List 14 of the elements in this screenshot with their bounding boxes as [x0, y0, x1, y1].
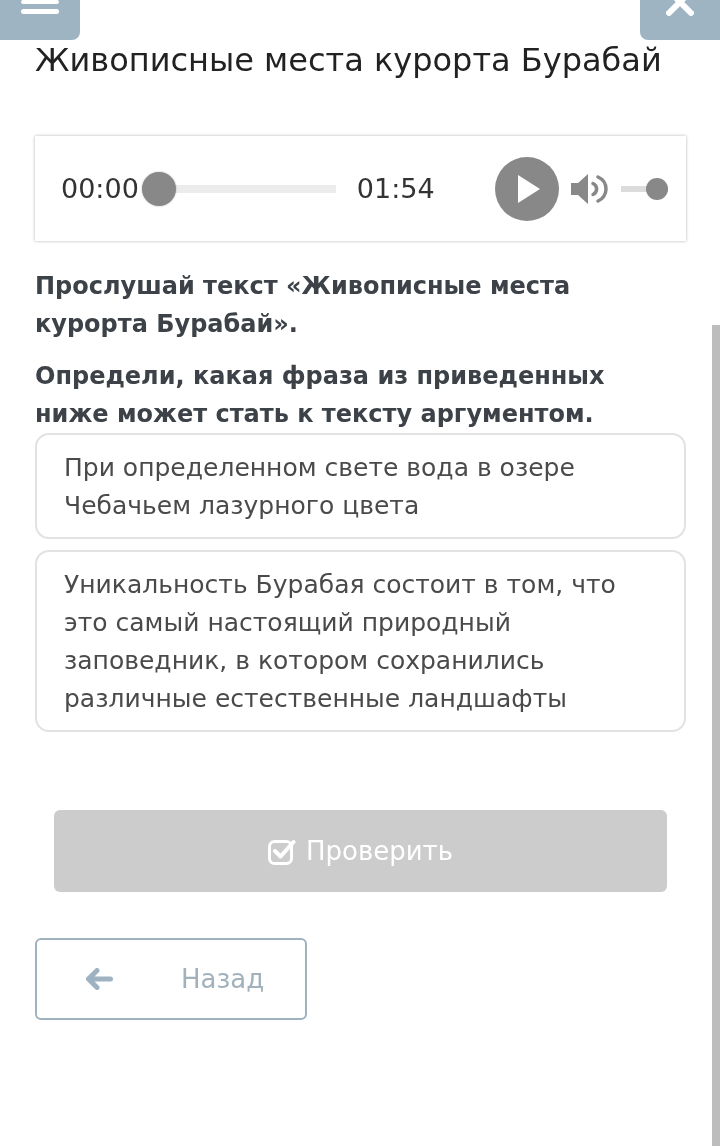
duration: 01:54 — [356, 171, 435, 206]
instruction-text: Определи, какая фраза из приведенных ниже может стать к тексту аргументом. — [35, 361, 606, 430]
page-title: Живописные места курорта Бурабай — [35, 40, 662, 80]
volume-thumb[interactable] — [645, 177, 668, 200]
seek-thumb[interactable] — [141, 171, 176, 206]
menu-button[interactable] — [0, 0, 80, 40]
scrollbar[interactable] — [712, 325, 720, 1146]
current-time: 00:00 — [61, 171, 139, 206]
close-button[interactable] — [640, 0, 720, 40]
menu-icon — [21, 0, 59, 14]
volume-icon[interactable] — [570, 171, 609, 206]
close-icon — [666, 0, 694, 16]
play-icon — [518, 174, 541, 203]
instruction-text: Прослушай текст «Живописные места курорта Бурабай». — [35, 271, 572, 340]
